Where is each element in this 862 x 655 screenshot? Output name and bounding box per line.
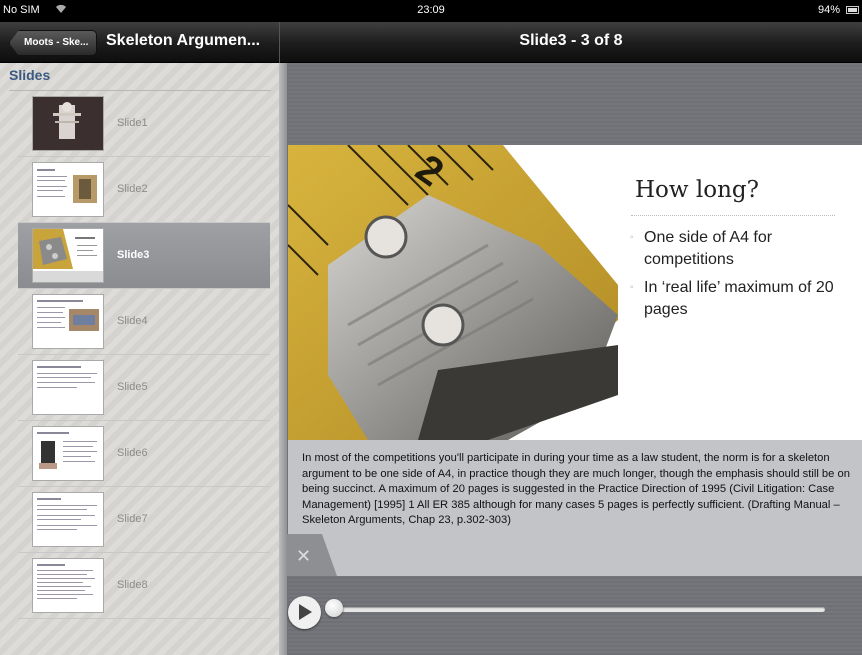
battery-icon bbox=[846, 6, 859, 14]
slides-sidebar: Slides Slide1 Slide2 Slide3 Slide4 Slide… bbox=[0, 63, 279, 655]
slide-thumbnail bbox=[32, 492, 104, 547]
audio-player bbox=[287, 588, 862, 629]
sidebar-edge bbox=[279, 63, 287, 655]
play-icon bbox=[299, 604, 312, 620]
slide-viewer: 2 How long? One side of A4 for competiti… bbox=[287, 63, 862, 655]
slide-thumbnail bbox=[32, 96, 104, 151]
slide-item-label: Slide6 bbox=[117, 447, 148, 459]
slide-item-label: Slide2 bbox=[117, 183, 148, 195]
slide-list: Slide1 Slide2 Slide3 Slide4 Slide5 Slide… bbox=[18, 91, 270, 619]
slide-item-7[interactable]: Slide7 bbox=[18, 487, 270, 553]
speaker-notes-panel: In most of the competitions you'll parti… bbox=[288, 440, 862, 576]
slide-bullet-1: One side of A4 for competitions bbox=[630, 227, 844, 271]
slide-item-label: Slide8 bbox=[117, 579, 148, 591]
back-button[interactable]: Moots - Ske... bbox=[9, 30, 98, 56]
slide-thumbnail bbox=[32, 294, 104, 349]
document-title: Skeleton Argumen... bbox=[106, 32, 261, 49]
battery-percent: 94% bbox=[817, 4, 840, 16]
slide-thumbnail bbox=[32, 558, 104, 613]
progress-track[interactable] bbox=[325, 607, 825, 612]
slide-item-6[interactable]: Slide6 bbox=[18, 421, 270, 487]
status-bar: No SIM 23:09 94% bbox=[0, 0, 862, 22]
slide-item-label: Slide7 bbox=[117, 513, 148, 525]
slide-item-3[interactable]: Slide3 bbox=[18, 223, 270, 289]
slide-bullet-2: In ‘real life’ maximum of 20 pages bbox=[630, 277, 844, 321]
slide-item-1[interactable]: Slide1 bbox=[18, 91, 270, 157]
tape-measure-image: 2 bbox=[288, 145, 618, 440]
slide-position-title: Slide3 - 3 of 8 bbox=[519, 32, 623, 49]
slide-thumbnail bbox=[32, 228, 104, 283]
slide-thumbnail bbox=[32, 162, 104, 217]
title-rule bbox=[631, 215, 835, 216]
slide-thumbnail bbox=[32, 426, 104, 481]
sidebar-nav-bar: Moots - Ske... Skeleton Argumen... bbox=[0, 22, 279, 63]
speaker-notes-text: In most of the competitions you'll parti… bbox=[302, 452, 850, 526]
clock: 23:09 bbox=[417, 4, 445, 16]
slide-item-8[interactable]: Slide8 bbox=[18, 553, 270, 619]
slide-item-label: Slide3 bbox=[117, 249, 150, 261]
progress-knob[interactable] bbox=[325, 599, 343, 617]
play-button[interactable] bbox=[288, 596, 321, 629]
slide-item-label: Slide5 bbox=[117, 381, 148, 393]
main-nav-bar: Slide3 - 3 of 8 bbox=[280, 22, 862, 63]
slide-item-2[interactable]: Slide2 bbox=[18, 157, 270, 223]
slide-item-label: Slide4 bbox=[117, 315, 148, 327]
slide-item-5[interactable]: Slide5 bbox=[18, 355, 270, 421]
slide-thumbnail bbox=[32, 360, 104, 415]
close-icon[interactable]: ✕ bbox=[296, 546, 311, 567]
slide-item-label: Slide1 bbox=[117, 117, 148, 129]
sidebar-header: Slides bbox=[9, 67, 51, 83]
slide-item-4[interactable]: Slide4 bbox=[18, 289, 270, 355]
slide-title: How long? bbox=[635, 177, 759, 203]
slide-canvas[interactable]: 2 How long? One side of A4 for competiti… bbox=[288, 145, 862, 440]
